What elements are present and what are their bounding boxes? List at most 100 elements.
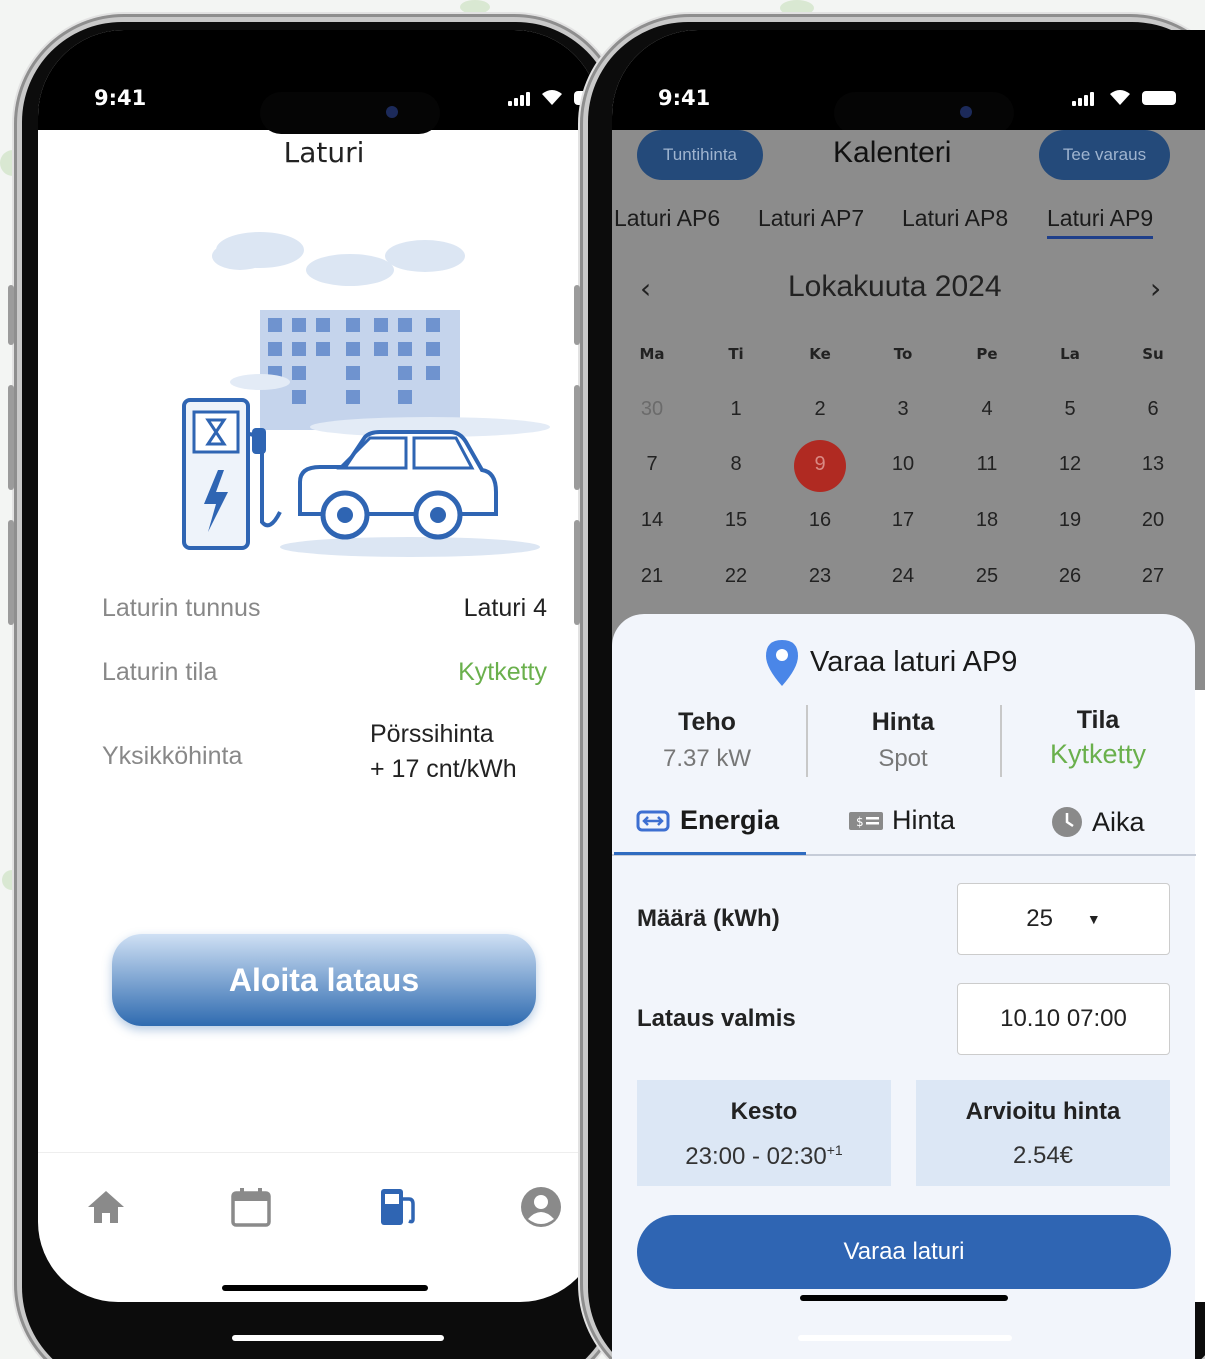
home-indicator [222,1285,428,1291]
duration-next-day: +1 [826,1142,843,1158]
month-label: Lokakuuta 2024 [788,270,1002,303]
charger-status-row: Laturin tila Kytketty [102,658,547,698]
calendar-day[interactable]: 10 [873,453,933,476]
camera-icon [386,106,398,118]
calendar-day[interactable]: 21 [622,565,682,588]
estimate-label: Arvioitu hinta [965,1098,1121,1125]
amount-select[interactable]: 25 ▼ [957,883,1170,955]
side-button [574,385,580,490]
power-label: Teho [678,708,736,736]
money-icon: $ [849,811,883,830]
weekday-label: To [893,345,913,363]
power-stat: Teho 7.37 kW [612,708,802,773]
bottom-tab-bar [38,1152,600,1153]
make-booking-button[interactable]: Tee varaus [1039,130,1170,180]
calendar-day[interactable]: 1 [706,398,766,421]
calendar-day[interactable]: 15 [706,509,766,532]
camera-icon [960,106,972,118]
charger-status-value: Kytketty [458,658,547,686]
calendar-day[interactable]: 4 [957,398,1017,421]
tab-energy-label: Energia [680,805,780,835]
calendar-day[interactable]: 5 [1040,398,1100,421]
weekday-label: Ma [639,345,665,363]
calendar-day-selected[interactable]: 9 [790,453,850,476]
charger-id-row: Laturin tunnus Laturi 4 [102,594,547,634]
side-button [574,520,580,625]
background-dot [460,0,490,14]
calendar-day[interactable]: 3 [873,398,933,421]
tab-energy[interactable]: Energia [636,805,779,836]
dynamic-island [260,92,440,134]
calendar-day[interactable]: 19 [1040,509,1100,532]
tab-time[interactable]: Aika [1050,805,1145,839]
tab-charger-ap6[interactable]: Laturi AP6 [614,205,720,232]
calendar-day[interactable]: 11 [957,453,1017,476]
price-value: Spot [878,745,928,772]
side-button [8,385,14,490]
calendar-day[interactable]: 27 [1123,565,1183,588]
calendar-day[interactable]: 14 [622,509,682,532]
start-charging-button[interactable]: Aloita lataus [112,934,536,1026]
tab-price[interactable]: $ Hinta [848,805,955,836]
status-bar: 9:41 [38,30,600,134]
calendar-day[interactable]: 24 [873,565,933,588]
charger-id-label: Laturin tunnus [102,594,261,622]
page-title: Laturi [283,136,365,169]
price-label: Hinta [871,708,935,736]
calendar-day[interactable]: 13 [1123,453,1183,476]
charger-id-value: Laturi 4 [463,594,547,622]
calendar-day[interactable]: 17 [873,509,933,532]
home-indicator [800,1295,1008,1301]
calendar-day[interactable]: 16 [790,509,850,532]
home-icon[interactable] [84,1185,128,1229]
fuel-station-icon[interactable] [375,1185,419,1229]
dropdown-arrow-icon: ▼ [1086,911,1101,927]
account-icon[interactable] [519,1185,563,1229]
clock-icon [1052,807,1082,837]
calendar-day[interactable]: 25 [957,565,1017,588]
status-time: 9:41 [94,86,147,110]
calendar-day[interactable]: 7 [622,453,682,476]
stat-divider [1000,705,1002,777]
duration-value: 23:00 - 02:30 [685,1143,827,1170]
weekday-label: La [1060,345,1080,363]
ready-time-field[interactable]: 10.10 07:00 [957,983,1170,1055]
calendar-day[interactable]: 22 [706,565,766,588]
previous-month-icon[interactable]: ‹ [640,272,651,305]
side-button [8,520,14,625]
hourly-price-button[interactable]: Tuntihinta [637,130,763,180]
book-charger-button[interactable]: Varaa laturi [637,1215,1171,1289]
calendar-day[interactable]: 20 [1123,509,1183,532]
estimate-value: 2.54€ [1012,1142,1074,1169]
duration-card: Kesto 23:00 - 02:30+1 [637,1080,891,1186]
calendar-day[interactable]: 26 [1040,565,1100,588]
battery-swap-icon [636,810,670,831]
calendar-day[interactable]: 6 [1123,398,1183,421]
calendar-day[interactable]: 23 [790,565,850,588]
dynamic-island [834,92,1014,134]
active-tab-indicator [614,852,806,855]
calendar-day[interactable]: 30 [622,398,682,421]
home-indicator [798,1335,1012,1341]
amount-value: 25 [1026,905,1053,932]
side-button [8,285,14,345]
calendar-day[interactable]: 2 [790,398,850,421]
charging-station-illustration [182,232,550,557]
calendar-icon[interactable] [229,1185,273,1229]
side-button [574,285,580,345]
next-month-icon[interactable]: › [1150,272,1161,305]
unit-price-row: Yksikköhinta Pörssihinta + 17 cnt/kWh [102,720,547,800]
tab-charger-ap7[interactable]: Laturi AP7 [758,205,864,232]
battery-icon [1142,91,1176,105]
booking-title: Varaa laturi AP9 [810,646,1018,678]
calendar-day[interactable]: 18 [957,509,1017,532]
duration-value-row: 23:00 - 02:30+1 [637,1142,891,1171]
calendar-day[interactable]: 8 [706,453,766,476]
weekday-label: Ke [809,345,831,363]
tab-charger-ap8[interactable]: Laturi AP8 [902,205,1008,232]
duration-label: Kesto [730,1098,798,1125]
calendar-day[interactable]: 12 [1040,453,1100,476]
tab-charger-ap9[interactable]: Laturi AP9 [1047,205,1154,239]
ready-label: Lataus valmis [637,1005,796,1032]
estimate-card: Arvioitu hinta 2.54€ [916,1080,1170,1186]
